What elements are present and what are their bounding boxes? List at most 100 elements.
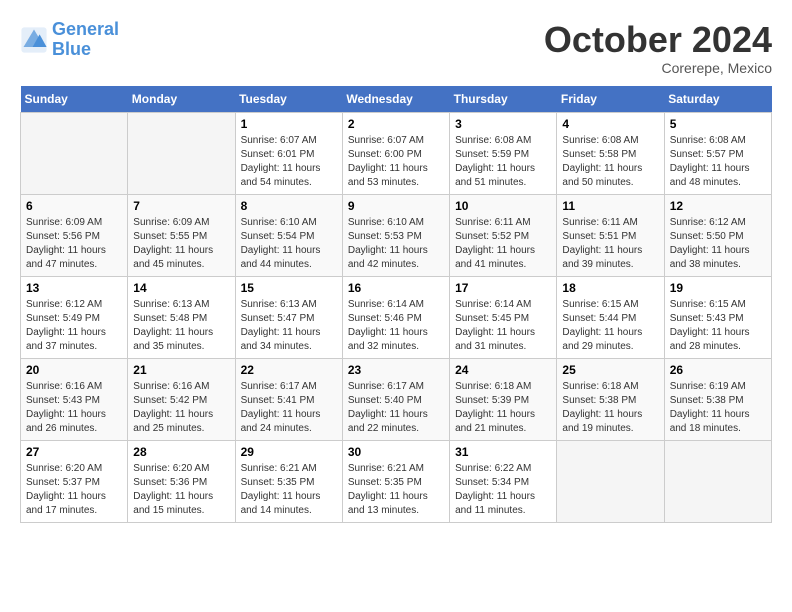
day-info: Sunrise: 6:10 AMSunset: 5:53 PMDaylight:… [348,216,444,272]
day-info: Sunrise: 6:07 AMSunset: 6:00 PMDaylight:… [348,134,444,190]
calendar-cell: 13 Sunrise: 6:12 AMSunset: 5:49 PMDayligh… [21,276,128,358]
day-number: 29 [241,445,337,459]
month-title: October 2024 [544,20,772,60]
calendar-cell: 9Sunrise: 6:10 AMSunset: 5:53 PMDaylight… [342,194,449,276]
day-number: 18 [562,281,658,295]
day-info: Sunrise: 6:14 AMSunset: 5:45 PMDaylight:… [455,298,551,354]
day-number: 5 [670,117,766,131]
calendar-table: SundayMondayTuesdayWednesdayThursdayFrid… [20,86,772,523]
day-number: 13 [26,281,122,295]
calendar-cell: 1Sunrise: 6:07 AMSunset: 6:01 PMDaylight… [235,112,342,194]
calendar-cell: 18Sunrise: 6:15 AMSunset: 5:44 PMDayligh… [557,276,664,358]
day-number: 11 [562,199,658,213]
calendar-week-5: 27 Sunrise: 6:20 AMSunset: 5:37 PMDayligh… [21,440,772,522]
logo-icon [20,26,48,54]
logo: General Blue [20,20,119,60]
day-number: 26 [670,363,766,377]
day-info: Sunrise: 6:17 AMSunset: 5:40 PMDaylight:… [348,380,444,436]
day-info: Sunrise: 6:20 AMSunset: 5:37 PMDaylight:… [26,462,122,518]
col-header-tuesday: Tuesday [235,86,342,113]
calendar-cell: 8 Sunrise: 6:10 AMSunset: 5:54 PMDaylight… [235,194,342,276]
calendar-cell: 20Sunrise: 6:16 AMSunset: 5:43 PMDayligh… [21,358,128,440]
day-info: Sunrise: 6:16 AMSunset: 5:43 PMDaylight:… [26,380,122,436]
location-subtitle: Corerepe, Mexico [544,60,772,76]
day-number: 16 [348,281,444,295]
calendar-cell: 10Sunrise: 6:11 AMSunset: 5:52 PMDayligh… [450,194,557,276]
calendar-cell: 27 Sunrise: 6:20 AMSunset: 5:37 PMDayligh… [21,440,128,522]
col-header-wednesday: Wednesday [342,86,449,113]
calendar-cell [21,112,128,194]
day-info: Sunrise: 6:08 AMSunset: 5:57 PMDaylight:… [670,134,766,190]
day-number: 7 [133,199,229,213]
calendar-cell: 15 Sunrise: 6:13 AMSunset: 5:47 PMDayligh… [235,276,342,358]
day-info: Sunrise: 6:21 AMSunset: 5:35 PMDaylight:… [348,462,444,518]
day-info: Sunrise: 6:12 AMSunset: 5:50 PMDaylight:… [670,216,766,272]
day-info: Sunrise: 6:19 AMSunset: 5:38 PMDaylight:… [670,380,766,436]
day-info: Sunrise: 6:18 AMSunset: 5:38 PMDaylight:… [562,380,658,436]
calendar-week-3: 13 Sunrise: 6:12 AMSunset: 5:49 PMDayligh… [21,276,772,358]
day-info: Sunrise: 6:17 AMSunset: 5:41 PMDaylight:… [241,380,337,436]
day-info: Sunrise: 6:08 AMSunset: 5:58 PMDaylight:… [562,134,658,190]
day-number: 23 [348,363,444,377]
day-number: 6 [26,199,122,213]
title-block: October 2024 Corerepe, Mexico [544,20,772,76]
day-info: Sunrise: 6:10 AMSunset: 5:54 PMDaylight:… [241,216,337,272]
day-number: 17 [455,281,551,295]
day-number: 2 [348,117,444,131]
calendar-cell: 2 Sunrise: 6:07 AMSunset: 6:00 PMDaylight… [342,112,449,194]
day-info: Sunrise: 6:12 AMSunset: 5:49 PMDaylight:… [26,298,122,354]
day-number: 27 [26,445,122,459]
calendar-cell: 23 Sunrise: 6:17 AMSunset: 5:40 PMDayligh… [342,358,449,440]
calendar-cell: 24 Sunrise: 6:18 AMSunset: 5:39 PMDayligh… [450,358,557,440]
calendar-week-1: 1Sunrise: 6:07 AMSunset: 6:01 PMDaylight… [21,112,772,194]
calendar-cell: 3Sunrise: 6:08 AMSunset: 5:59 PMDaylight… [450,112,557,194]
day-number: 1 [241,117,337,131]
page-header: General Blue October 2024 Corerepe, Mexi… [20,20,772,76]
calendar-cell: 30Sunrise: 6:21 AMSunset: 5:35 PMDayligh… [342,440,449,522]
col-header-thursday: Thursday [450,86,557,113]
calendar-cell: 16 Sunrise: 6:14 AMSunset: 5:46 PMDayligh… [342,276,449,358]
day-info: Sunrise: 6:13 AMSunset: 5:47 PMDaylight:… [241,298,337,354]
calendar-cell: 14 Sunrise: 6:13 AMSunset: 5:48 PMDayligh… [128,276,235,358]
day-info: Sunrise: 6:11 AMSunset: 5:52 PMDaylight:… [455,216,551,272]
day-number: 22 [241,363,337,377]
day-number: 14 [133,281,229,295]
calendar-cell: 21Sunrise: 6:16 AMSunset: 5:42 PMDayligh… [128,358,235,440]
calendar-cell [128,112,235,194]
calendar-cell: 4Sunrise: 6:08 AMSunset: 5:58 PMDaylight… [557,112,664,194]
day-number: 31 [455,445,551,459]
calendar-cell [664,440,771,522]
col-header-friday: Friday [557,86,664,113]
calendar-cell: 6 Sunrise: 6:09 AMSunset: 5:56 PMDaylight… [21,194,128,276]
calendar-cell: 29 Sunrise: 6:21 AMSunset: 5:35 PMDayligh… [235,440,342,522]
day-info: Sunrise: 6:18 AMSunset: 5:39 PMDaylight:… [455,380,551,436]
col-header-saturday: Saturday [664,86,771,113]
day-info: Sunrise: 6:14 AMSunset: 5:46 PMDaylight:… [348,298,444,354]
day-info: Sunrise: 6:15 AMSunset: 5:43 PMDaylight:… [670,298,766,354]
day-number: 8 [241,199,337,213]
calendar-header-row: SundayMondayTuesdayWednesdayThursdayFrid… [21,86,772,113]
day-number: 24 [455,363,551,377]
calendar-cell: 17 Sunrise: 6:14 AMSunset: 5:45 PMDayligh… [450,276,557,358]
day-info: Sunrise: 6:13 AMSunset: 5:48 PMDaylight:… [133,298,229,354]
calendar-week-2: 6 Sunrise: 6:09 AMSunset: 5:56 PMDaylight… [21,194,772,276]
day-info: Sunrise: 6:21 AMSunset: 5:35 PMDaylight:… [241,462,337,518]
calendar-cell: 11Sunrise: 6:11 AMSunset: 5:51 PMDayligh… [557,194,664,276]
calendar-cell [557,440,664,522]
calendar-cell: 22 Sunrise: 6:17 AMSunset: 5:41 PMDayligh… [235,358,342,440]
calendar-cell: 12 Sunrise: 6:12 AMSunset: 5:50 PMDayligh… [664,194,771,276]
calendar-cell: 25 Sunrise: 6:18 AMSunset: 5:38 PMDayligh… [557,358,664,440]
col-header-sunday: Sunday [21,86,128,113]
day-info: Sunrise: 6:09 AMSunset: 5:55 PMDaylight:… [133,216,229,272]
day-number: 21 [133,363,229,377]
day-number: 28 [133,445,229,459]
day-number: 25 [562,363,658,377]
day-info: Sunrise: 6:09 AMSunset: 5:56 PMDaylight:… [26,216,122,272]
calendar-cell: 31Sunrise: 6:22 AMSunset: 5:34 PMDayligh… [450,440,557,522]
day-info: Sunrise: 6:08 AMSunset: 5:59 PMDaylight:… [455,134,551,190]
logo-text: General Blue [52,20,119,60]
day-number: 12 [670,199,766,213]
calendar-cell: 28Sunrise: 6:20 AMSunset: 5:36 PMDayligh… [128,440,235,522]
col-header-monday: Monday [128,86,235,113]
day-number: 15 [241,281,337,295]
